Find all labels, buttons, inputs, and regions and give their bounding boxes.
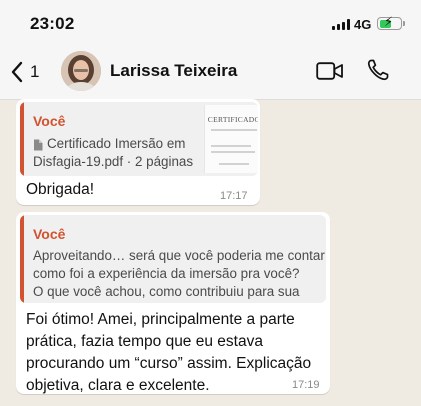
video-camera-icon [316, 62, 343, 80]
document-meta: Disfagia-19.pdf · 2 páginas [33, 154, 194, 169]
battery-icon: ⚡ [377, 14, 402, 30]
quote-line: Aproveitando… será que você poderia me c… [33, 248, 325, 263]
avatar-photo [61, 51, 101, 91]
unread-count: 1 [30, 62, 40, 81]
thumbnail-title: CERTIFICADO [207, 115, 258, 124]
message-time: 17:19 [292, 379, 320, 391]
message-line: prática, fazia tempo que eu estava [26, 333, 263, 350]
status-bar: 23:02 4G ⚡ [0, 0, 421, 44]
quote-line: O que você achou, como contribuiu para s… [33, 284, 300, 299]
quoted-message[interactable]: Você Aproveitando… será que você poderia… [20, 215, 326, 303]
video-call-button[interactable] [316, 61, 344, 81]
signal-icon [332, 19, 350, 30]
quote-author: Você [33, 226, 66, 242]
back-button[interactable]: 1 [10, 58, 39, 86]
message-line: procurando um “curso” assim. Explicação [26, 355, 312, 372]
message-line: objetiva, clara e excelente. [26, 377, 210, 394]
thumbnail-line [219, 163, 249, 165]
phone-icon [367, 59, 389, 81]
quote-accent-bar [20, 215, 24, 303]
quote-line: como foi a experiência da imersão pra vo… [33, 266, 300, 281]
battery-cap [403, 21, 405, 26]
document-thumbnail[interactable]: CERTIFICADO [204, 105, 258, 173]
message-bubble[interactable]: Você Aproveitando… será que você poderia… [16, 212, 330, 394]
thumbnail-line [211, 129, 257, 131]
document-icon [34, 139, 43, 151]
message-text: Obrigada! [26, 181, 95, 198]
chat-header: 1 Larissa Teixeira [0, 44, 421, 100]
quote-author: Você [33, 113, 66, 129]
status-time: 23:02 [30, 14, 75, 33]
quoted-document[interactable]: Você Certificado Imersão em Disfagia-19.… [20, 102, 258, 176]
contact-name[interactable]: Larissa Teixeira [110, 61, 237, 81]
document-name: Certificado Imersão em [47, 136, 186, 151]
thumbnail-line [211, 151, 255, 153]
quote-accent-bar [20, 102, 24, 176]
thumbnail-line [211, 145, 251, 147]
avatar[interactable] [61, 51, 101, 91]
charging-bolt-icon: ⚡ [384, 14, 394, 29]
chevron-left-icon [11, 61, 23, 83]
message-line: Foi ótimo! Amei, principalmente a parte [26, 311, 295, 328]
network-label: 4G [354, 17, 372, 32]
message-time: 17:17 [220, 190, 248, 202]
message-bubble[interactable]: Você Certificado Imersão em Disfagia-19.… [16, 99, 260, 205]
voice-call-button[interactable] [366, 58, 390, 82]
